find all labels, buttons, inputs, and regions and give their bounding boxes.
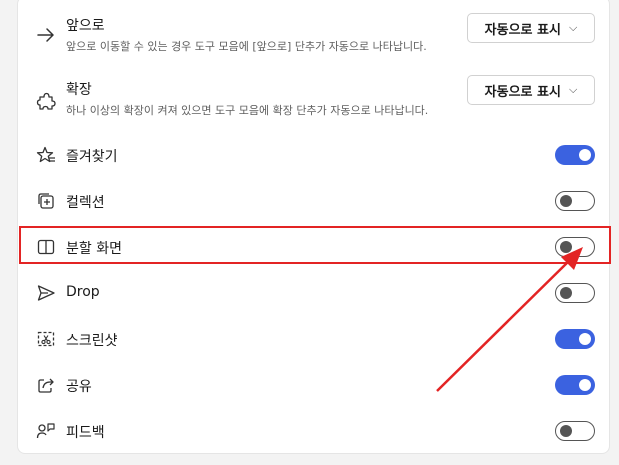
setting-row-collections: 컬렉션 [18, 183, 609, 219]
setting-title: 즐겨찾기 [66, 149, 118, 165]
setting-title: Drop [66, 284, 100, 300]
setting-title: 확장 [66, 82, 92, 98]
forward-visibility-dropdown[interactable]: 자동으로 표시 ⌵ [467, 13, 595, 43]
extensions-visibility-dropdown[interactable]: 자동으로 표시 ⌵ [467, 75, 595, 105]
setting-row-favorites: 즐겨찾기 [18, 137, 609, 173]
setting-title: 앞으로 [66, 18, 105, 34]
setting-description: 하나 이상의 확장이 켜져 있으면 도구 모음에 확장 단추가 자동으로 나타납… [66, 104, 429, 117]
setting-title: 공유 [66, 379, 92, 395]
share-icon [36, 375, 56, 395]
forward-arrow-icon [36, 25, 56, 45]
drop-toggle[interactable] [555, 283, 595, 303]
chevron-down-icon: ⌵ [568, 83, 578, 96]
setting-title: 분할 화면 [66, 241, 122, 257]
collections-icon [36, 191, 56, 211]
setting-row-extensions: 확장 하나 이상의 확장이 켜져 있으면 도구 모음에 확장 단추가 자동으로 … [18, 67, 609, 125]
split-screen-toggle[interactable] [555, 237, 595, 257]
split-screen-icon [36, 237, 56, 257]
favorites-star-icon [36, 145, 56, 165]
setting-title: 스크린샷 [66, 333, 118, 349]
screenshot-icon [36, 329, 56, 349]
setting-row-feedback: 피드백 [18, 413, 609, 449]
setting-title: 컬렉션 [66, 195, 105, 211]
toolbar-settings-panel: 앞으로 앞으로 이동할 수 있는 경우 도구 모음에 [앞으로] 단추가 자동으… [17, 0, 610, 454]
dropdown-value: 자동으로 표시 [484, 22, 561, 38]
feedback-toggle[interactable] [555, 421, 595, 441]
setting-row-forward: 앞으로 앞으로 이동할 수 있는 경우 도구 모음에 [앞으로] 단추가 자동으… [18, 1, 609, 59]
dropdown-value: 자동으로 표시 [484, 84, 561, 100]
puzzle-icon [36, 91, 56, 111]
setting-title: 피드백 [66, 425, 105, 441]
setting-row-share: 공유 [18, 367, 609, 403]
setting-description: 앞으로 이동할 수 있는 경우 도구 모음에 [앞으로] 단추가 자동으로 나타… [66, 40, 427, 53]
chevron-down-icon: ⌵ [568, 21, 578, 34]
setting-row-screenshot: 스크린샷 [18, 321, 609, 357]
setting-row-drop: Drop [18, 275, 609, 311]
share-toggle[interactable] [555, 375, 595, 395]
favorites-toggle[interactable] [555, 145, 595, 165]
screenshot-toggle[interactable] [555, 329, 595, 349]
feedback-icon [36, 421, 56, 441]
send-icon [36, 283, 56, 303]
setting-row-split-screen: 분할 화면 [18, 229, 609, 265]
collections-toggle[interactable] [555, 191, 595, 211]
